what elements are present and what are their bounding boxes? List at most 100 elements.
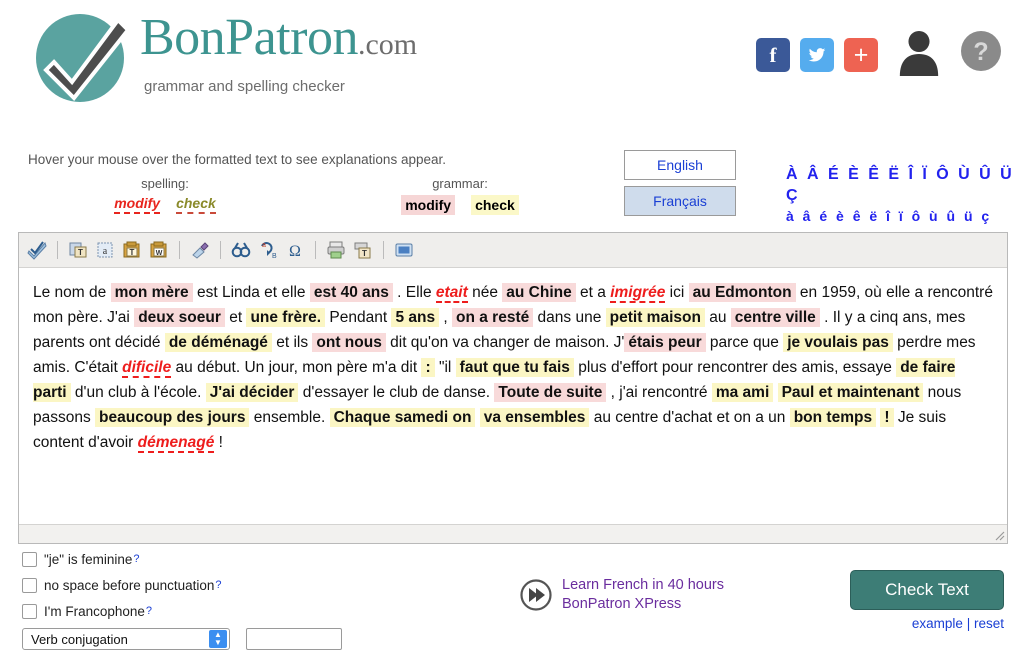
spelling-error-token[interactable]: dificile — [122, 359, 172, 378]
grammar-modify-token[interactable]: deux soeur — [134, 308, 225, 327]
bonpatron-page: BonPatron.com grammar and spelling check… — [0, 0, 1024, 661]
grammar-check-token[interactable]: va ensembles — [479, 408, 590, 427]
chevron-updown-icon[interactable]: ▲ ▼ — [209, 630, 227, 648]
twitter-button[interactable] — [800, 38, 834, 72]
accent-palette[interactable]: À Â É È Ê Ë Î Ï Ô Ù Û Ü Ç à â é è ê ë î … — [786, 164, 1024, 227]
grammar-check-token[interactable]: je voulais pas — [783, 333, 893, 352]
language-button-english[interactable]: English — [624, 150, 736, 180]
grammar-check-token[interactable]: petit maison — [605, 308, 705, 327]
spelling-error-token[interactable]: etait — [435, 284, 468, 303]
accent-row-uppercase[interactable]: À Â É È Ê Ë Î Ï Ô Ù Û Ü Ç — [786, 164, 1024, 206]
grammar-check-token[interactable]: Chaque samedi on — [329, 408, 476, 427]
grammar-check-token[interactable]: 5 ans — [391, 308, 440, 327]
option-francophone[interactable]: I'm Francophone ? — [22, 600, 342, 622]
grammar-check-token[interactable]: : — [421, 358, 435, 377]
grammar-check-token[interactable]: bon temps — [789, 408, 877, 427]
text-run: et ils — [271, 334, 313, 351]
legend: spelling: modify check grammar: modify c… — [60, 176, 620, 215]
grammar-modify-token[interactable]: mon mère — [110, 283, 193, 302]
help-marker-francophone[interactable]: ? — [146, 605, 152, 617]
toolbar-separator — [179, 241, 180, 259]
social-buttons: f + — [756, 38, 878, 72]
grammar-check-token[interactable]: faut que tu fais — [455, 358, 574, 377]
paste-plain-icon[interactable]: a — [93, 238, 117, 262]
text-run: "il — [434, 359, 456, 376]
resize-handle[interactable] — [993, 529, 1005, 541]
grammar-check-token[interactable]: une frère. — [246, 308, 326, 327]
share-button[interactable]: + — [844, 38, 878, 72]
legend-grammar-title: grammar: — [432, 176, 488, 191]
replace-icon[interactable]: a B — [256, 238, 280, 262]
user-icon[interactable] — [896, 28, 942, 78]
print-icon[interactable] — [324, 238, 348, 262]
editor-toolbar: T a T W a B Ω T — [19, 233, 1007, 268]
spelling-error-token[interactable]: démenagé — [137, 434, 215, 453]
maximize-icon[interactable] — [392, 238, 416, 262]
grammar-modify-token[interactable]: est 40 ans — [309, 283, 393, 302]
tool-text-input[interactable] — [246, 628, 342, 650]
paste-text-icon[interactable]: T — [66, 238, 90, 262]
checkbox-je-feminine[interactable] — [22, 551, 37, 567]
grammar-modify-token[interactable]: on a resté — [452, 308, 534, 327]
option-no-space[interactable]: no space before punctuation ? — [22, 574, 342, 596]
print-preview-icon[interactable]: T — [351, 238, 375, 262]
find-icon[interactable] — [229, 238, 253, 262]
grammar-check-token[interactable]: beaucoup des jours — [95, 408, 250, 427]
grammar-modify-token[interactable]: au Edmonton — [688, 283, 796, 302]
svg-text:a: a — [262, 242, 266, 249]
grammar-check-token[interactable]: ma ami — [711, 383, 774, 402]
tool-select[interactable]: Verb conjugation ▲ ▼ — [22, 628, 230, 650]
hover-hint: Hover your mouse over the formatted text… — [28, 152, 446, 167]
text-run: et a — [575, 284, 611, 301]
paste-word-icon[interactable]: W — [147, 238, 171, 262]
grammar-check-token[interactable]: Paul et maintenant — [777, 383, 924, 402]
svg-text:a: a — [103, 246, 108, 257]
option-no-space-label: no space before punctuation — [44, 577, 215, 593]
check-text-button[interactable]: Check Text — [850, 570, 1004, 610]
spelling-error-token[interactable]: imigrée — [610, 284, 666, 303]
accent-row-lowercase[interactable]: à â é è ê ë î ï ô ù û ü ç — [786, 206, 1024, 227]
clear-format-icon[interactable] — [188, 238, 212, 262]
help-marker-je-feminine[interactable]: ? — [133, 553, 139, 565]
text-run: Le nom de — [33, 284, 111, 301]
grammar-check-token[interactable]: J'ai décider — [205, 383, 299, 402]
grammar-check-token[interactable]: de déménagé — [164, 333, 272, 352]
text-content-area[interactable]: Le nom de mon mère est Linda et elle est… — [19, 268, 1007, 534]
paste-formatted-icon[interactable]: T — [120, 238, 144, 262]
grammar-modify-token[interactable]: ont nous — [312, 333, 386, 352]
reset-link[interactable]: reset — [974, 616, 1004, 631]
toolbar-separator — [383, 241, 384, 259]
xpress-promo[interactable]: Learn French in 40 hours BonPatron XPres… — [520, 576, 724, 614]
xpress-promo-line2: BonPatron XPress — [562, 596, 682, 612]
grammar-check-token[interactable]: ! — [880, 408, 894, 427]
checkbox-francophone[interactable] — [22, 603, 37, 619]
xpress-promo-line1: Learn French in 40 hours — [562, 577, 725, 593]
grammar-modify-token[interactable]: Toute de suite — [494, 383, 607, 402]
help-icon[interactable]: ? — [960, 30, 1002, 72]
text-run: née — [467, 284, 503, 301]
legend-spelling-modify: modify — [114, 195, 161, 214]
option-je-feminine[interactable]: "je" is feminine ? — [22, 548, 342, 570]
example-link[interactable]: example — [912, 616, 963, 631]
facebook-button[interactable]: f — [756, 38, 790, 72]
logo[interactable] — [36, 14, 131, 106]
legend-grammar-modify: modify — [401, 195, 456, 215]
special-character-icon[interactable]: Ω — [283, 238, 307, 262]
text-run: au centre d'achat et on a un — [589, 409, 790, 426]
svg-text:?: ? — [973, 38, 988, 66]
text-run: dans une — [533, 309, 606, 326]
checkbox-no-space[interactable] — [22, 577, 37, 593]
grammar-modify-token[interactable]: étais peur — [624, 333, 706, 352]
text-run: dit qu'on va changer de maison. J' — [385, 334, 625, 351]
xpress-promo-text[interactable]: Learn French in 40 hours BonPatron XPres… — [562, 576, 724, 614]
language-button-francais[interactable]: Français — [624, 186, 736, 216]
text-run: est Linda et elle — [192, 284, 310, 301]
option-francophone-label: I'm Francophone — [44, 603, 145, 619]
grammar-modify-token[interactable]: centre ville — [730, 308, 820, 327]
toolbar-separator — [315, 241, 316, 259]
text-run: ensemble. — [249, 409, 330, 426]
help-marker-no-space[interactable]: ? — [215, 579, 221, 591]
spellcheck-icon[interactable] — [25, 238, 49, 262]
grammar-modify-token[interactable]: au Chine — [502, 283, 576, 302]
link-separator: | — [966, 616, 971, 631]
